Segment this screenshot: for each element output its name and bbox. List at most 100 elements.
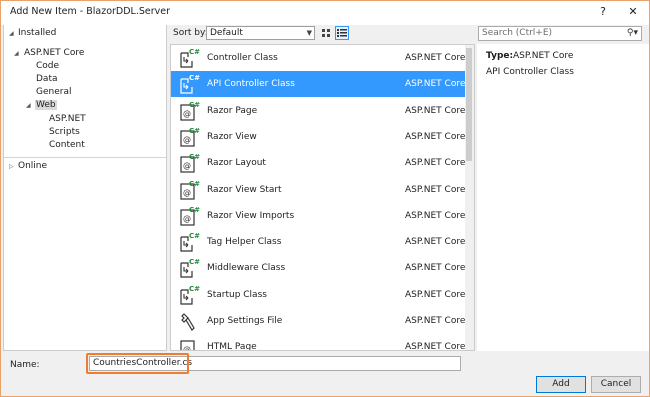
template-name: Middleware Class [207, 263, 286, 274]
svg-text:C#: C# [189, 285, 200, 293]
template-category: ASP.NET Core [405, 158, 466, 169]
template-name: App Settings File [207, 316, 283, 326]
template-name: Razor View Start [207, 184, 282, 195]
template-row[interactable]: @ C# Razor View ASP.NET Core [171, 124, 466, 150]
template-row[interactable]: C# Tag Helper Class ASP.NET Core [171, 229, 466, 255]
collapsed-triangle-icon: ▷ [9, 163, 14, 170]
template-name: Razor Page [207, 105, 258, 116]
template-category: ASP.NET Core [405, 316, 466, 326]
svg-text:@: @ [183, 161, 191, 170]
template-row[interactable]: @ C# Razor View Imports ASP.NET Core [171, 203, 466, 229]
template-name: Startup Class [207, 289, 267, 300]
tree-divider [4, 157, 166, 158]
tree-label-installed: Installed [18, 28, 57, 38]
template-name: HTML Page [207, 342, 257, 351]
template-row[interactable]: C# Controller Class ASP.NET Core [171, 45, 466, 71]
svg-text:C#: C# [189, 258, 200, 266]
template-row[interactable]: @ C# Razor Page ASP.NET Core [171, 98, 466, 124]
search-input[interactable]: Search (Ctrl+E) ⚲▾ [478, 26, 642, 41]
template-category: ASP.NET Core [405, 263, 466, 274]
tree-label-online: Online [18, 161, 48, 171]
svg-text:@: @ [183, 109, 191, 118]
add-button[interactable]: Add [536, 376, 586, 393]
cancel-button[interactable]: Cancel [591, 376, 641, 393]
template-row[interactable]: @ C# Razor View Start ASP.NET Core [171, 177, 466, 203]
razor-page-icon: @ C# [178, 100, 200, 122]
tree-label-web: Web [35, 100, 57, 110]
grid-view-icon [322, 29, 330, 37]
tree-item-general[interactable]: General [36, 87, 71, 97]
template-category: ASP.NET Core [405, 53, 466, 63]
template-list: C# Controller Class ASP.NET Core C# API Cont… [170, 44, 475, 351]
tree-item-web-aspnet[interactable]: ASP.NET [49, 114, 86, 124]
template-row[interactable]: @ HTML Page ASP.NET Core [171, 334, 466, 351]
tree-item-content[interactable]: Content [49, 140, 85, 150]
info-description: API Controller Class [486, 67, 574, 77]
razor-view-start-icon: @ C# [178, 179, 200, 201]
tree-item-data[interactable]: Data [36, 74, 58, 84]
search-placeholder: Search (Ctrl+E) [482, 28, 553, 38]
name-label: Name: [10, 360, 40, 370]
razor-layout-icon: @ C# [178, 152, 200, 174]
sort-by-dropdown[interactable]: Default ▼ [206, 26, 315, 40]
tree-item-scripts[interactable]: Scripts [49, 127, 80, 137]
template-row[interactable]: C# Startup Class ASP.NET Core [171, 282, 466, 308]
svg-text:@: @ [183, 135, 191, 144]
template-category: ASP.NET Core [405, 131, 466, 142]
template-category: ASP.NET Core [405, 105, 466, 116]
api-controller-class-icon: C# [178, 73, 200, 95]
app-settings-file-icon [178, 310, 200, 332]
template-row[interactable]: App Settings File ASP.NET Core [171, 308, 466, 334]
list-view-button[interactable] [335, 26, 349, 40]
scrollbar-thumb[interactable] [466, 48, 472, 161]
svg-text:C#: C# [189, 232, 200, 240]
template-info-panel: Type: ASP.NET Core API Controller Class [477, 44, 649, 351]
controller-class-icon: C# [178, 47, 200, 69]
help-button[interactable]: ? [589, 1, 617, 25]
template-tree: ◢ Installed ◢ ASP.NET Core Code Data Gen… [3, 25, 167, 351]
template-category: ASP.NET Core [405, 237, 466, 248]
template-row[interactable]: C# Middleware Class ASP.NET Core [171, 255, 466, 281]
svg-text:C#: C# [189, 127, 200, 135]
template-category: ASP.NET Core [405, 79, 466, 90]
chevron-down-icon: ▼ [306, 29, 312, 37]
tree-item-code[interactable]: Code [36, 61, 59, 71]
list-view-icon [337, 29, 347, 37]
expanded-triangle-icon: ◢ [14, 50, 19, 57]
template-category: ASP.NET Core [405, 184, 466, 195]
svg-text:C#: C# [189, 153, 200, 161]
template-row[interactable]: @ C# Razor Layout ASP.NET Core [171, 150, 466, 176]
svg-text:@: @ [183, 214, 191, 223]
title-bar: Add New Item - BlazorDDL.Server ? ✕ [1, 1, 649, 25]
info-type-value: ASP.NET Core [513, 51, 574, 61]
expanded-triangle-icon: ◢ [9, 30, 14, 37]
window-title: Add New Item - BlazorDDL.Server [10, 6, 171, 17]
grid-view-button[interactable] [319, 26, 333, 40]
svg-text:C#: C# [189, 74, 200, 82]
template-row[interactable]: C# API Controller Class ASP.NET Core [171, 71, 466, 98]
tag-helper-class-icon: C# [178, 231, 200, 253]
template-name: Tag Helper Class [207, 237, 282, 248]
tree-label-asp-net-core: ASP.NET Core [24, 48, 85, 58]
template-category: ASP.NET Core [405, 342, 466, 351]
svg-text:C#: C# [189, 206, 200, 214]
sort-by-value: Default [210, 28, 243, 38]
template-name: Controller Class [207, 53, 278, 63]
svg-text:C#: C# [189, 48, 200, 56]
svg-text:@: @ [183, 188, 191, 197]
svg-text:C#: C# [189, 101, 200, 109]
name-highlight-box [86, 353, 189, 374]
template-name: Razor Layout [207, 158, 266, 169]
svg-text:C#: C# [189, 180, 200, 188]
sort-by-label: Sort by: [173, 28, 208, 38]
startup-class-icon: C# [178, 284, 200, 306]
middleware-class-icon: C# [178, 257, 200, 279]
list-scrollbar[interactable] [465, 45, 474, 350]
razor-view-icon: @ C# [178, 126, 200, 148]
close-button[interactable]: ✕ [619, 1, 647, 25]
template-name: Razor View [207, 131, 257, 142]
template-category: ASP.NET Core [405, 210, 466, 221]
html-page-icon: @ [178, 336, 200, 350]
search-icon: ⚲▾ [626, 28, 638, 38]
template-name: Razor View Imports [207, 210, 295, 221]
